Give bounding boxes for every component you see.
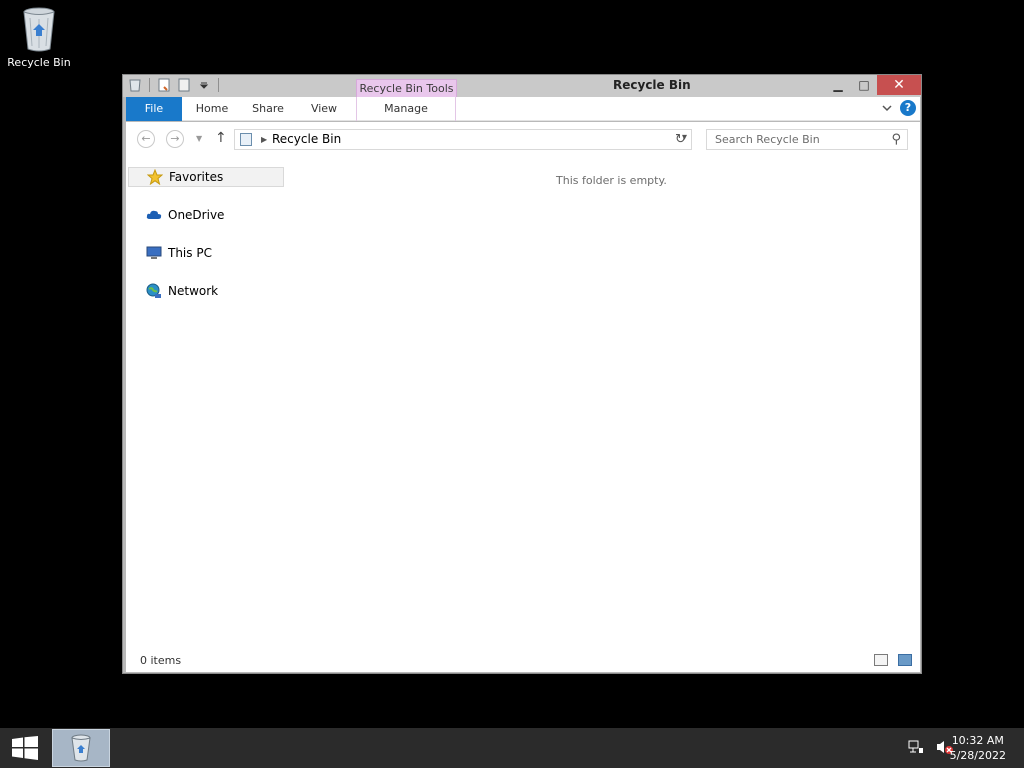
start-button[interactable] [12, 736, 38, 760]
customize-qat-icon[interactable] [196, 77, 212, 93]
window-title: Recycle Bin [613, 78, 691, 92]
ribbon-tabs: File Home Share View Manage ? [126, 97, 920, 121]
empty-folder-message: This folder is empty. [556, 174, 667, 187]
cloud-icon [146, 207, 162, 223]
ribbon-right-controls: ? [882, 100, 916, 116]
navigation-pane: Favorites OneDrive This PC Network [126, 156, 284, 652]
network-status-icon[interactable] [908, 739, 924, 758]
tab-share[interactable]: Share [244, 97, 292, 121]
network-icon [146, 283, 162, 299]
back-button[interactable]: ← [137, 130, 155, 148]
tab-manage[interactable]: Manage [356, 97, 456, 121]
item-count: 0 items [140, 654, 182, 667]
system-tray [908, 739, 954, 758]
nav-item-label: Network [168, 284, 219, 298]
desktop-icon-label: Recycle Bin [7, 56, 71, 69]
nav-item-this-pc[interactable]: This PC [128, 243, 284, 263]
status-bar: 0 items [126, 652, 920, 672]
forward-button[interactable]: → [166, 130, 184, 148]
back-arrow-icon: ← [141, 132, 151, 145]
taskbar: 10:32 AM 5/28/2022 [0, 728, 1024, 768]
refresh-icon: ↻ [675, 132, 686, 147]
tab-home[interactable]: Home [188, 97, 236, 121]
large-icons-view-icon[interactable] [898, 654, 912, 666]
details-view-icon[interactable] [874, 654, 888, 666]
nav-item-favorites[interactable]: Favorites [128, 167, 284, 187]
window-controls: ▁ □ ✕ [825, 75, 921, 95]
star-icon [147, 169, 163, 185]
desktop-icon-recycle-bin[interactable]: Recycle Bin [6, 6, 72, 69]
quick-access-toolbar [127, 77, 221, 93]
recent-locations-dropdown-icon[interactable]: ▼ [196, 134, 202, 143]
contextual-tab-group-label: Recycle Bin Tools [356, 79, 457, 99]
clock-time: 10:32 AM [951, 734, 1004, 747]
windows-logo-icon [12, 736, 38, 760]
nav-item-label: Favorites [169, 170, 224, 184]
computer-icon [146, 245, 162, 261]
tab-file[interactable]: File [126, 97, 182, 121]
breadcrumb[interactable]: Recycle Bin [272, 132, 341, 146]
up-arrow-icon[interactable]: ↑ [215, 130, 227, 146]
taskbar-recycle-bin-button[interactable] [52, 729, 110, 767]
recycle-bin-icon [21, 6, 57, 52]
close-button[interactable]: ✕ [877, 75, 921, 95]
nav-item-onedrive[interactable]: OneDrive [128, 205, 284, 225]
nav-item-network[interactable]: Network [128, 281, 284, 301]
nav-item-label: This PC [168, 246, 212, 260]
recycle-bin-location-icon [240, 133, 252, 146]
clock-date: 5/28/2022 [949, 749, 1006, 762]
minimize-button[interactable]: ▁ [825, 75, 851, 95]
navigation-bar: ← → ▼ ↑ ▶ Recycle Bin ▾ ↻ ⚲ [126, 122, 920, 156]
expand-ribbon-chevron-icon[interactable] [882, 101, 892, 115]
qat-divider [218, 78, 219, 92]
tab-view[interactable]: View [300, 97, 348, 121]
qat-divider [149, 78, 150, 92]
title-bar[interactable]: Recycle Bin Tools Recycle Bin ▁ □ ✕ [123, 75, 921, 99]
search-input[interactable] [715, 133, 875, 146]
explorer-window: Recycle Bin Tools Recycle Bin ▁ □ ✕ File… [122, 74, 922, 674]
breadcrumb-arrow-icon[interactable]: ▶ [261, 135, 267, 144]
system-clock[interactable]: 10:32 AM 5/28/2022 [950, 733, 1006, 763]
refresh-button[interactable]: ↻ [670, 129, 692, 150]
address-bar[interactable]: ▶ Recycle Bin ▾ [234, 129, 692, 150]
recycle-bin-small-icon[interactable] [127, 77, 143, 93]
view-switcher [874, 654, 912, 666]
maximize-button[interactable]: □ [851, 75, 877, 95]
forward-arrow-icon: → [170, 132, 180, 145]
recycle-bin-icon [71, 734, 91, 762]
new-folder-icon[interactable] [176, 77, 192, 93]
nav-item-label: OneDrive [168, 208, 225, 222]
content-area: Favorites OneDrive This PC Network This … [126, 156, 920, 652]
properties-icon[interactable] [156, 77, 172, 93]
search-icon[interactable]: ⚲ [891, 132, 901, 147]
help-button[interactable]: ? [900, 100, 916, 116]
search-box[interactable]: ⚲ [706, 129, 908, 150]
